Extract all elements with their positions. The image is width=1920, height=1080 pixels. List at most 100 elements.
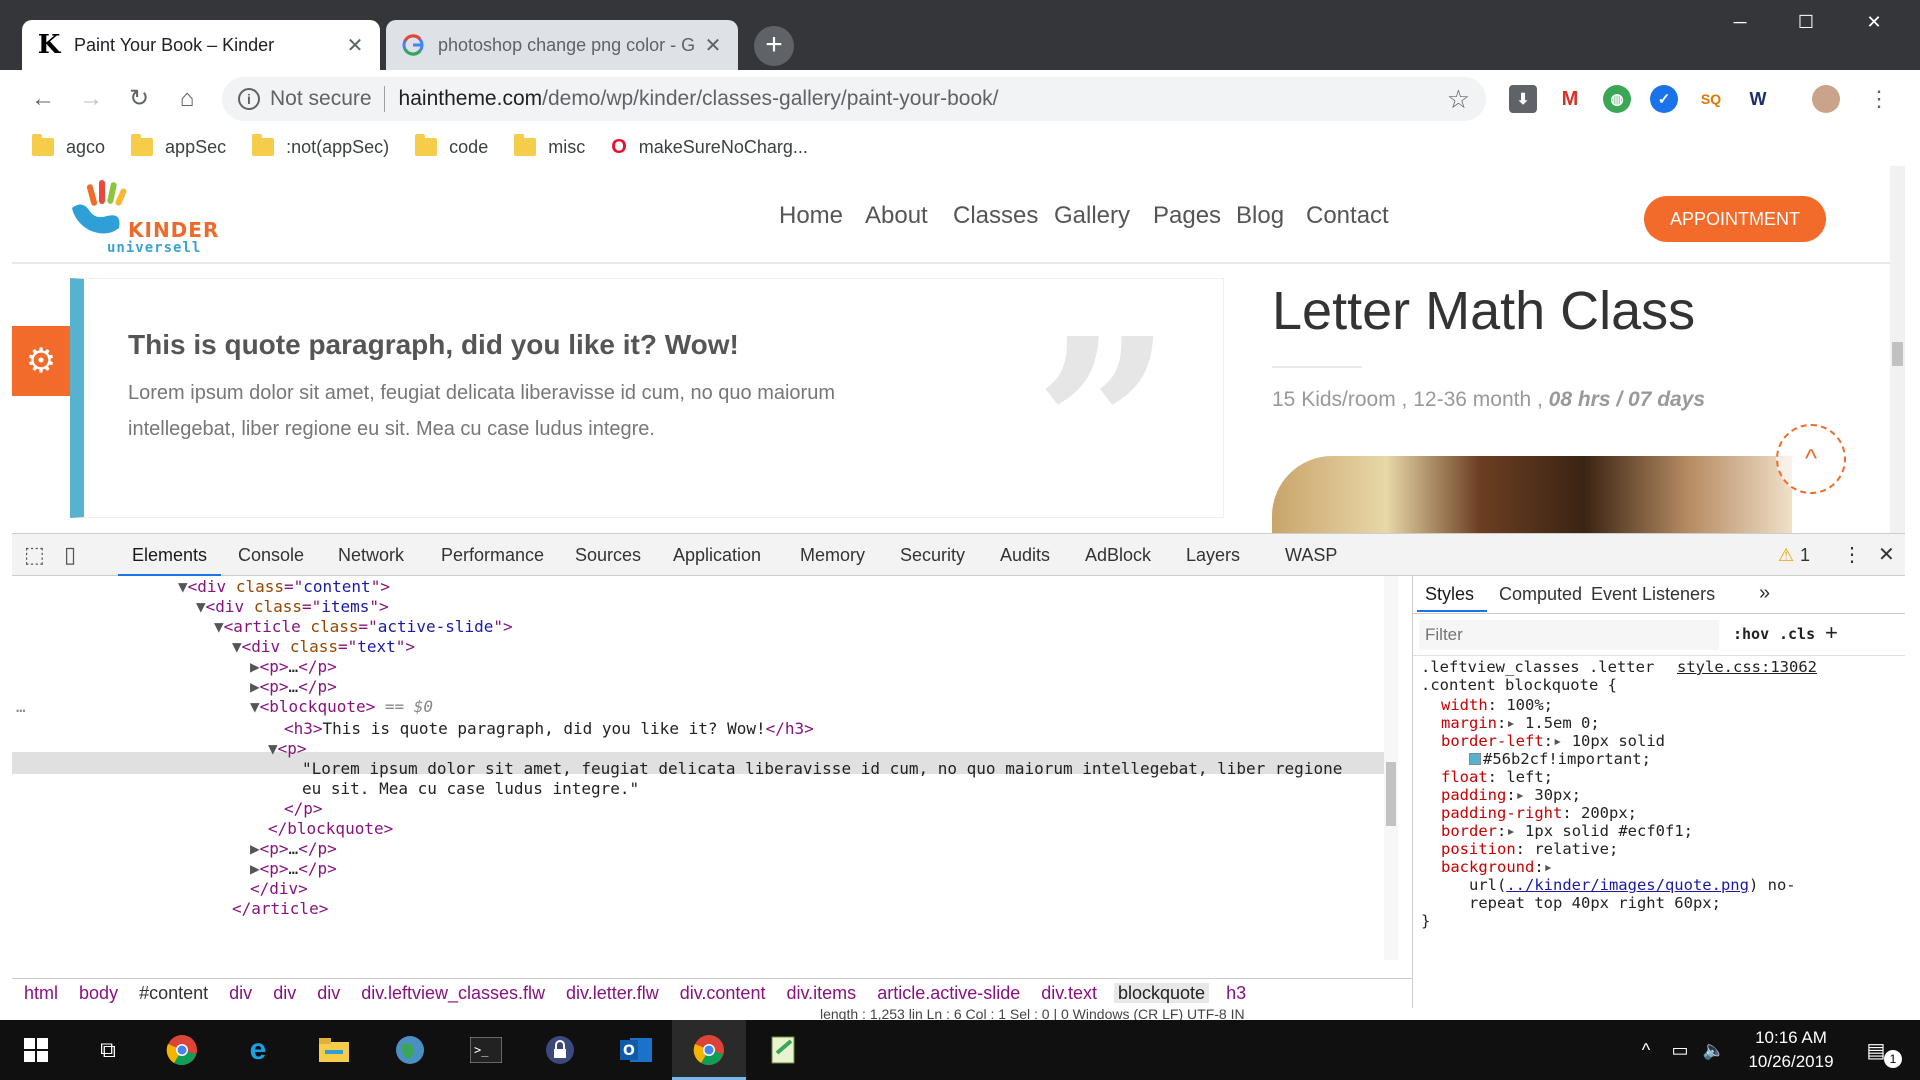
minimize-window-icon[interactable]: ─ <box>1706 0 1774 46</box>
bookmark-not-appsec[interactable]: :not(appSec) <box>252 134 389 158</box>
gmail-extension-icon[interactable]: M <box>1556 85 1584 113</box>
wappalyzer-extension-icon[interactable]: W <box>1744 85 1772 113</box>
dom-node-p[interactable]: ▶<p>…</p> <box>250 858 337 880</box>
styles-filter-input[interactable] <box>1419 620 1719 650</box>
notepad-plus-icon[interactable] <box>764 1030 804 1070</box>
style-prop-background-rest[interactable]: repeat top 40px right 60px; <box>1469 892 1721 914</box>
dom-node-blockquote[interactable]: ▼<blockquote> == $0 <box>250 696 433 718</box>
devtools-menu-icon[interactable]: ⋮ <box>1842 542 1862 567</box>
rule-source-link[interactable]: style.css:13062 <box>1677 656 1817 678</box>
bookmark-misc[interactable]: misc <box>514 134 585 158</box>
more-tabs-chevron-icon[interactable]: » <box>1759 582 1770 605</box>
forward-arrow-icon[interactable]: → <box>72 80 110 118</box>
close-tab-icon[interactable]: ✕ <box>344 33 366 58</box>
dom-node-p[interactable]: ▶<p>…</p> <box>250 676 337 698</box>
nav-classes[interactable]: Classes <box>953 202 1038 230</box>
chrome-taskbar-icon[interactable] <box>162 1030 202 1070</box>
tab-event-listeners[interactable]: Event Listeners <box>1591 584 1715 605</box>
nav-blog[interactable]: Blog <box>1236 202 1284 230</box>
bookmark-appsec[interactable]: appSec <box>131 134 226 158</box>
sq-extension-icon[interactable]: SQ <box>1697 85 1725 113</box>
close-tab-icon[interactable]: ✕ <box>702 33 724 58</box>
tab-wasp[interactable]: WASP <box>1285 545 1337 566</box>
crumb-content-div[interactable]: div.content <box>676 983 770 1003</box>
appointment-button[interactable]: APPOINTMENT <box>1644 196 1826 242</box>
tab-audits[interactable]: Audits <box>1000 545 1050 566</box>
inspect-element-icon[interactable]: ⬚ <box>24 542 45 568</box>
bookmark-agco[interactable]: agco <box>32 134 105 158</box>
menu-kebab-icon[interactable]: ⋮ <box>1860 80 1898 118</box>
nav-home[interactable]: Home <box>779 202 843 230</box>
new-tab-button[interactable]: + <box>754 26 794 66</box>
crumb-article[interactable]: article.active-slide <box>873 983 1024 1003</box>
maximize-window-icon[interactable]: ☐ <box>1772 0 1840 46</box>
tab-photoshop-search[interactable]: photoshop change png color - G ✕ <box>386 20 738 70</box>
crumb-blockquote[interactable]: blockquote <box>1113 983 1210 1003</box>
scrollbar-thumb[interactable] <box>1892 342 1903 366</box>
warning-icon[interactable]: ⚠ <box>1778 545 1794 566</box>
dom-node-blockquote-close[interactable]: </blockquote> <box>268 818 393 840</box>
profile-avatar-icon[interactable] <box>1812 85 1840 113</box>
info-icon[interactable]: i <box>238 88 260 110</box>
node-actions-ellipsis-icon[interactable]: … <box>16 696 26 718</box>
crumb-div[interactable]: div <box>313 983 344 1003</box>
tab-performance[interactable]: Performance <box>441 545 544 566</box>
internet-explorer-icon[interactable]: e <box>238 1030 278 1070</box>
tab-styles[interactable]: Styles <box>1425 584 1474 605</box>
address-bar[interactable]: i Not secure haintheme.com /demo/wp/kind… <box>222 77 1486 121</box>
crumb-html[interactable]: html <box>20 983 62 1003</box>
scrollbar-thumb[interactable] <box>1386 762 1396 826</box>
task-view-icon[interactable]: ⧉ <box>88 1030 128 1070</box>
p-text-line2[interactable]: eu sit. Mea cu case ludus integre." <box>302 778 639 800</box>
crumb-div[interactable]: div <box>225 983 256 1003</box>
dom-node-p[interactable]: ▶<p>…</p> <box>250 656 337 678</box>
logo-wordmark[interactable]: KINDER <box>128 218 219 242</box>
system-clock[interactable]: 10:16 AM 10/26/2019 <box>1736 1026 1846 1074</box>
chrome-window-icon[interactable] <box>689 1030 729 1070</box>
warning-count[interactable]: 1 <box>1800 545 1810 566</box>
hover-state-toggle[interactable]: :hov <box>1733 625 1769 643</box>
globe-extension-icon[interactable]: ◍ <box>1603 85 1631 113</box>
tab-paint-your-book[interactable]: K Paint Your Book – Kinder ✕ <box>22 20 380 70</box>
dom-node-article-close[interactable]: </article> <box>232 898 328 920</box>
class-toggle[interactable]: .cls <box>1779 625 1815 643</box>
new-style-rule-plus-icon[interactable]: + <box>1825 620 1838 646</box>
terminal-icon[interactable]: >_ <box>466 1030 506 1070</box>
globe-app-icon[interactable] <box>390 1030 430 1070</box>
nav-contact[interactable]: Contact <box>1306 202 1389 230</box>
dom-node-div-close[interactable]: </div> <box>250 878 308 900</box>
tab-elements[interactable]: Elements <box>117 545 222 576</box>
crumb-text[interactable]: div.text <box>1037 983 1101 1003</box>
tab-memory[interactable]: Memory <box>800 545 865 566</box>
dom-node-div-content[interactable]: ▼<div class="content"> <box>178 576 390 598</box>
keepass-lock-icon[interactable] <box>540 1030 580 1070</box>
dom-scrollbar[interactable] <box>1384 576 1398 960</box>
check-extension-icon[interactable]: ✓ <box>1650 85 1678 113</box>
tab-sources[interactable]: Sources <box>575 545 641 566</box>
volume-icon[interactable]: 🔈 <box>1694 1030 1734 1070</box>
dom-node-article[interactable]: ▼<article class="active-slide"> <box>214 616 513 638</box>
bookmark-make-sure[interactable]: OmakeSureNoCharg... <box>611 136 808 159</box>
tab-layers[interactable]: Layers <box>1186 545 1240 566</box>
settings-gear-icon[interactable]: ⚙ <box>12 326 70 396</box>
tab-application[interactable]: Application <box>673 545 761 566</box>
windows-start-icon[interactable] <box>16 1030 56 1070</box>
dom-node-p-open[interactable]: ▼<p> <box>268 738 307 760</box>
device-toolbar-icon[interactable]: ▯ <box>64 542 76 568</box>
crumb-body[interactable]: body <box>75 983 122 1003</box>
nav-pages[interactable]: Pages <box>1153 202 1221 230</box>
back-arrow-icon[interactable]: ← <box>24 80 62 118</box>
dom-node-div-text[interactable]: ▼<div class="text"> <box>232 636 415 658</box>
rule-selector[interactable]: .content blockquote { <box>1421 674 1617 696</box>
kinder-hand-logo-icon[interactable] <box>67 176 137 236</box>
dom-node-h3[interactable]: <h3>This is quote paragraph, did you lik… <box>284 718 814 740</box>
nav-about[interactable]: About <box>865 202 928 230</box>
tab-console[interactable]: Console <box>238 545 304 566</box>
color-swatch[interactable] <box>1469 753 1481 765</box>
crumb-leftview-classes[interactable]: div.leftview_classes.flw <box>357 983 549 1003</box>
crumb-div[interactable]: div <box>269 983 300 1003</box>
crumb-h3[interactable]: h3 <box>1222 983 1250 1003</box>
dom-node-p[interactable]: ▶<p>…</p> <box>250 838 337 860</box>
tab-adblock[interactable]: AdBlock <box>1085 545 1151 566</box>
dom-node-p-close[interactable]: </p> <box>284 798 323 820</box>
